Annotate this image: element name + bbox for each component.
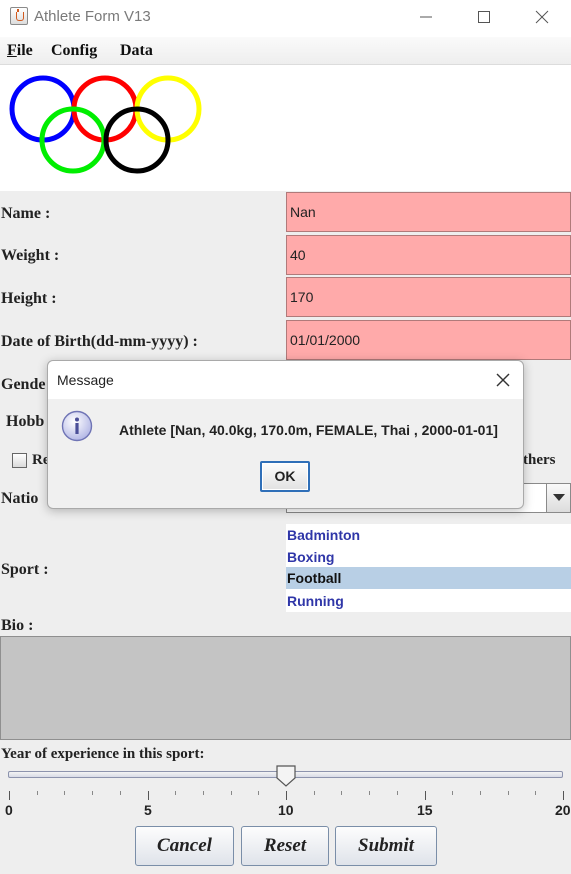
menu-data[interactable]: Data (120, 42, 153, 60)
sport-item-football[interactable]: Football (286, 567, 571, 589)
experience-label: Year of experience in this sport: (1, 746, 205, 762)
hobby-others-label: thers (523, 452, 556, 468)
window-title: Athlete Form V13 (34, 8, 151, 25)
sport-list[interactable]: Badminton Boxing Football Running (286, 524, 571, 612)
slider-tick-label: 0 (5, 802, 13, 818)
nationality-label: Natio (1, 490, 39, 507)
slider-tick-label: 5 (144, 802, 152, 818)
sport-label: Sport : (1, 561, 49, 578)
logo-area (0, 66, 571, 191)
slider-minor-tick (452, 791, 453, 795)
olympic-rings-logo (9, 75, 202, 174)
dialog-title-bar: Message (48, 361, 523, 399)
java-app-icon (10, 7, 28, 25)
close-window-button[interactable] (513, 0, 571, 34)
dob-label: Date of Birth(dd-mm-yyyy) : (1, 333, 198, 350)
reset-button[interactable]: Reset (241, 826, 329, 866)
dialog-message: Athlete [Nan, 40.0kg, 170.0m, FEMALE, Th… (119, 422, 498, 438)
slider-tick-label: 20 (555, 802, 571, 818)
slider-minor-tick (120, 791, 121, 795)
menu-bar: File Config Data (0, 37, 571, 65)
bio-label: Bio : (1, 617, 34, 634)
slider-minor-tick (231, 791, 232, 795)
slider-major-tick (148, 791, 149, 800)
slider-minor-tick (480, 791, 481, 795)
ok-button[interactable]: OK (260, 461, 310, 492)
cancel-button[interactable]: Cancel (135, 826, 234, 866)
name-label: Name : (1, 205, 51, 222)
sport-item-running[interactable]: Running (286, 590, 571, 612)
slider-minor-tick (341, 791, 342, 795)
submit-button[interactable]: Submit (335, 826, 437, 866)
slider-minor-tick (258, 791, 259, 795)
slider-minor-tick (37, 791, 38, 795)
hobby-checkbox-reading[interactable] (12, 453, 27, 468)
maximize-icon (478, 11, 490, 23)
minimize-button[interactable] (397, 0, 455, 34)
slider-minor-tick (397, 791, 398, 795)
message-dialog: Message Athlete [Nan, 40.0kg, 170.0m, FE… (47, 360, 524, 509)
info-icon (61, 410, 93, 442)
maximize-button[interactable] (455, 0, 513, 34)
gender-label: Gende (1, 376, 46, 393)
dialog-title: Message (57, 372, 114, 388)
slider-minor-tick (314, 791, 315, 795)
slider-minor-tick (508, 791, 509, 795)
slider-tick-label: 10 (278, 802, 294, 818)
weight-field[interactable] (286, 235, 571, 275)
sport-item-boxing[interactable]: Boxing (286, 546, 571, 568)
sport-item-badminton[interactable]: Badminton (286, 524, 571, 546)
dob-field[interactable] (286, 320, 571, 360)
slider-minor-tick (175, 791, 176, 795)
close-icon (535, 10, 549, 24)
menu-file[interactable]: File (7, 42, 33, 60)
slider-minor-tick (92, 791, 93, 795)
height-label: Height : (1, 290, 57, 307)
title-bar: Athlete Form V13 (0, 0, 571, 34)
slider-tick-label: 15 (417, 802, 433, 818)
combobox-dropdown-button[interactable] (546, 484, 570, 512)
height-field[interactable] (286, 277, 571, 317)
slider-minor-tick (203, 791, 204, 795)
name-field[interactable] (286, 192, 571, 232)
bio-textarea[interactable] (0, 636, 571, 740)
slider-major-tick (425, 791, 426, 800)
hobbies-label: Hobb (6, 413, 45, 430)
menu-config[interactable]: Config (51, 42, 97, 60)
minimize-icon (420, 16, 432, 18)
experience-slider-thumb[interactable] (276, 765, 296, 787)
chevron-down-icon (552, 494, 565, 501)
slider-major-tick (563, 791, 564, 800)
weight-label: Weight : (1, 247, 60, 264)
slider-major-tick (9, 791, 10, 800)
close-icon[interactable] (494, 371, 512, 389)
slider-minor-tick (64, 791, 65, 795)
slider-minor-tick (369, 791, 370, 795)
slider-minor-tick (535, 791, 536, 795)
slider-major-tick (286, 791, 287, 800)
